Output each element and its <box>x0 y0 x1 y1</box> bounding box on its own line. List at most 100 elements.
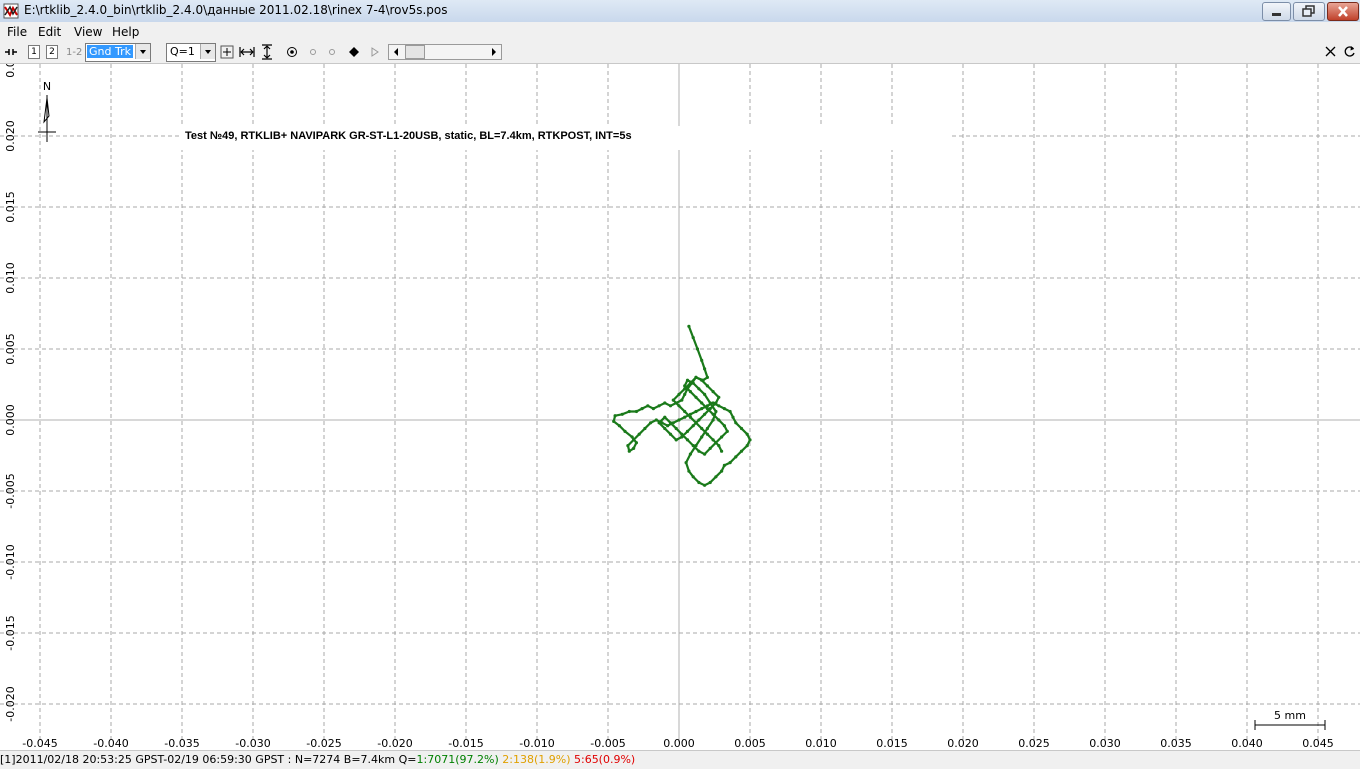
track-point <box>708 480 712 485</box>
play-icon[interactable] <box>370 47 380 57</box>
track-point <box>714 401 718 405</box>
ground-track-plot[interactable]: -0.045 -0.040 -0.035 -0.030 -0.025 -0.020 -0.0… <box>0 64 1360 750</box>
time-scrollbar[interactable] <box>388 44 502 60</box>
track-point <box>691 381 695 385</box>
track-point <box>711 412 715 416</box>
track-point <box>700 358 704 362</box>
x-tick-label: 0.000 <box>663 737 695 750</box>
chevron-down-icon <box>135 44 150 59</box>
track-point <box>717 444 721 448</box>
minimize-button[interactable] <box>1262 2 1291 21</box>
track-point <box>685 438 690 442</box>
track-point <box>720 469 724 473</box>
x-tick-label: 0.015 <box>876 737 908 750</box>
status-info: [1]2011/02/18 20:53:25 GPST-02/19 06:59:… <box>0 753 417 766</box>
track-point <box>700 401 704 405</box>
fit-horizontal-icon[interactable] <box>239 45 255 59</box>
track-point <box>705 407 710 411</box>
title-bar: E:\rtklib_2.4.0_bin\rtklib_2.4.0\данные … <box>0 0 1360 23</box>
menu-edit[interactable]: Edit <box>38 25 61 39</box>
track-point <box>697 480 701 485</box>
scroll-left-icon[interactable] <box>389 45 403 59</box>
center-origin-icon[interactable] <box>220 45 234 59</box>
track-point <box>694 444 698 448</box>
track-point <box>680 398 684 402</box>
x-tick-label: 0.040 <box>1231 737 1263 750</box>
track-point <box>703 392 707 396</box>
x-tick-label: -0.005 <box>590 737 625 750</box>
solution-1-2-button[interactable]: 1-2 <box>66 44 82 60</box>
track-point <box>626 444 630 448</box>
menu-help[interactable]: Help <box>112 25 139 39</box>
x-tick-label: 0.010 <box>805 737 837 750</box>
track-point <box>725 429 729 433</box>
track-point <box>688 415 693 419</box>
track-point <box>617 424 622 428</box>
track-point <box>632 446 636 450</box>
track-point <box>677 418 681 422</box>
quality-select[interactable]: Q=1 <box>166 43 216 62</box>
track-point <box>700 378 704 382</box>
solution-2-button[interactable]: 2 <box>46 45 58 59</box>
fit-vertical-icon[interactable] <box>260 44 274 60</box>
track-point <box>649 421 653 425</box>
y-tick-label: -0.005 <box>4 473 17 508</box>
point-icon[interactable] <box>308 47 318 57</box>
scroll-thumb[interactable] <box>405 45 425 59</box>
toolbar: 1 2 1-2 Gnd Trk Q=1 <box>0 41 1360 64</box>
track-point <box>691 475 695 479</box>
rtkplot-app-icon[interactable] <box>3 3 19 19</box>
connect-icon[interactable] <box>5 48 17 56</box>
menu-view[interactable]: View <box>74 25 102 39</box>
track-point <box>694 421 698 425</box>
track-point <box>683 409 687 414</box>
track-point <box>705 384 710 388</box>
track-point <box>714 441 718 445</box>
y-tick-label: 0.020 <box>4 120 17 152</box>
plot-type-value: Gnd Trk <box>87 45 133 58</box>
track-point <box>731 415 735 419</box>
show-track-icon[interactable] <box>286 46 298 58</box>
track-point <box>691 444 695 448</box>
reload-icon[interactable] <box>1343 45 1356 58</box>
point-outline-icon[interactable] <box>327 47 337 57</box>
track-point <box>717 404 721 408</box>
track-point <box>728 461 732 465</box>
track-point <box>711 390 715 394</box>
track-point <box>711 401 715 405</box>
plot-type-select[interactable]: Gnd Trk <box>85 43 151 62</box>
y-tick-label: 0.000 <box>4 404 17 436</box>
track-point <box>695 347 700 351</box>
track-point <box>694 395 698 399</box>
track-point <box>705 432 710 436</box>
restore-button[interactable] <box>1293 2 1325 21</box>
track-point <box>745 444 749 448</box>
y-tick-label: -0.015 <box>4 615 17 650</box>
track-point <box>711 438 715 442</box>
track-point <box>700 435 704 439</box>
track-point <box>627 409 631 414</box>
track-point <box>708 401 712 405</box>
close-icon[interactable] <box>1324 45 1337 58</box>
minimize-icon <box>1272 13 1281 16</box>
track-point <box>671 421 675 425</box>
track-point <box>612 419 616 423</box>
scroll-right-icon[interactable] <box>487 45 501 59</box>
solution-1-button[interactable]: 1 <box>28 45 40 59</box>
track-point <box>685 387 690 391</box>
status-q2: 2:138(1.9%) <box>502 753 571 766</box>
track-point <box>632 438 636 442</box>
close-window-button[interactable] <box>1327 2 1359 21</box>
x-tick-label: 0.030 <box>1089 737 1121 750</box>
track-point <box>697 449 701 453</box>
track-point <box>711 418 715 422</box>
diamond-icon[interactable] <box>348 46 360 58</box>
track-point <box>688 452 693 456</box>
track-point <box>683 384 687 388</box>
x-tick-label: -0.030 <box>235 737 270 750</box>
window-title: E:\rtklib_2.4.0_bin\rtklib_2.4.0\данные … <box>24 3 448 17</box>
x-tick-label: 0.005 <box>734 737 766 750</box>
track-point <box>630 435 634 439</box>
menu-file[interactable]: File <box>7 25 27 39</box>
track-point <box>714 409 718 414</box>
